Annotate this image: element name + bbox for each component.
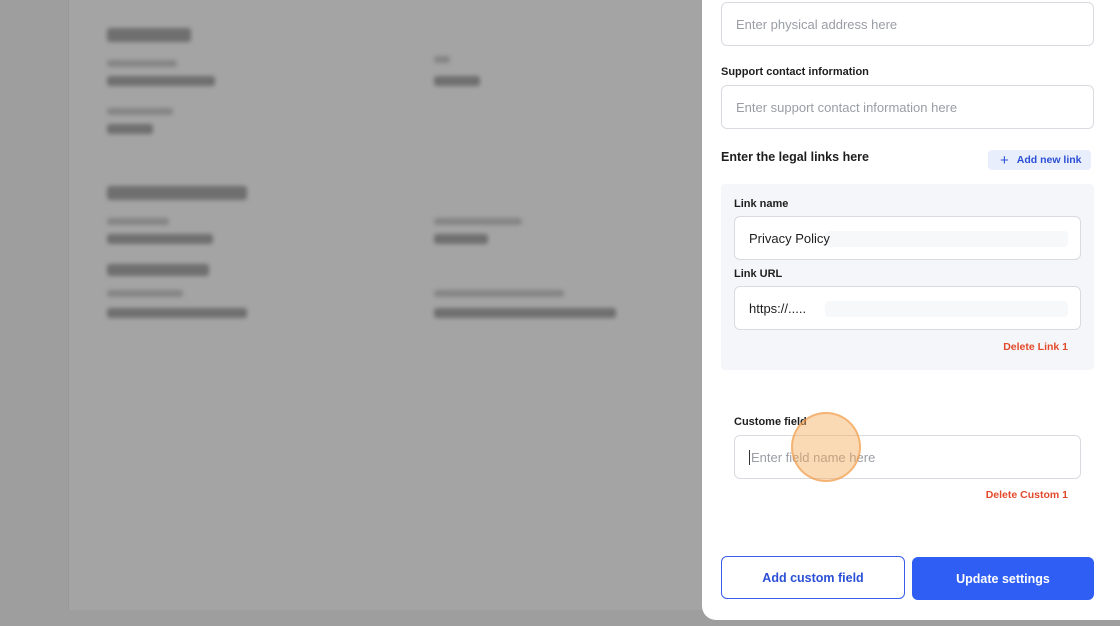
add-new-link-label: Add new link (1016, 154, 1082, 166)
bg-value (107, 308, 247, 318)
legal-links-title: Enter the legal links here (721, 150, 869, 164)
text-caret (749, 449, 750, 465)
physical-address-placeholder: Enter physical address here (736, 16, 898, 32)
bg-label (107, 108, 173, 115)
background-page (68, 0, 768, 610)
link-name-input[interactable]: Privacy Policy (734, 216, 1081, 260)
link-name-label: Link name (734, 198, 789, 210)
bg-value (107, 234, 213, 244)
bg-value (434, 234, 488, 244)
link-url-input[interactable]: https://..... (734, 286, 1081, 330)
link-url-value: https://..... (749, 300, 807, 316)
bg-value (107, 76, 215, 86)
settings-drawer: Enter physical address here Support cont… (702, 0, 1120, 620)
bg-value (434, 76, 480, 86)
bg-heading (107, 28, 191, 42)
add-new-link-button[interactable]: + Add new link (988, 150, 1091, 170)
link-name-value: Privacy Policy (749, 230, 830, 246)
bg-heading (107, 264, 209, 276)
add-custom-field-label: Add custom field (762, 570, 864, 585)
update-settings-label: Update settings (956, 571, 1050, 586)
bg-label (434, 218, 522, 225)
bg-label (107, 60, 177, 67)
input-highlight (825, 301, 1068, 317)
bg-label (107, 290, 183, 297)
custom-field-input[interactable]: Enter field name here (734, 435, 1081, 479)
bg-label (434, 290, 564, 297)
input-highlight (825, 231, 1068, 247)
link-url-label: Link URL (734, 268, 783, 280)
add-custom-field-button[interactable]: Add custom field (721, 556, 905, 599)
bg-value (434, 308, 616, 318)
bg-heading (107, 186, 247, 200)
support-contact-input[interactable]: Enter support contact information here (721, 85, 1094, 129)
delete-custom-button[interactable]: Delete Custom 1 (986, 489, 1068, 501)
cursor-highlight (791, 412, 861, 482)
delete-link-button[interactable]: Delete Link 1 (1003, 341, 1068, 353)
plus-icon: + (1000, 151, 1009, 169)
bg-label (107, 218, 169, 225)
support-contact-placeholder: Enter support contact information here (736, 99, 958, 115)
bg-label (434, 56, 450, 63)
physical-address-input[interactable]: Enter physical address here (721, 2, 1094, 46)
update-settings-button[interactable]: Update settings (912, 557, 1094, 600)
bg-value (107, 124, 153, 134)
legal-link-card: Link name Privacy Policy Link URL https:… (721, 184, 1094, 370)
custom-field-label: Custome field (734, 416, 807, 428)
support-contact-label: Support contact information (721, 66, 869, 78)
